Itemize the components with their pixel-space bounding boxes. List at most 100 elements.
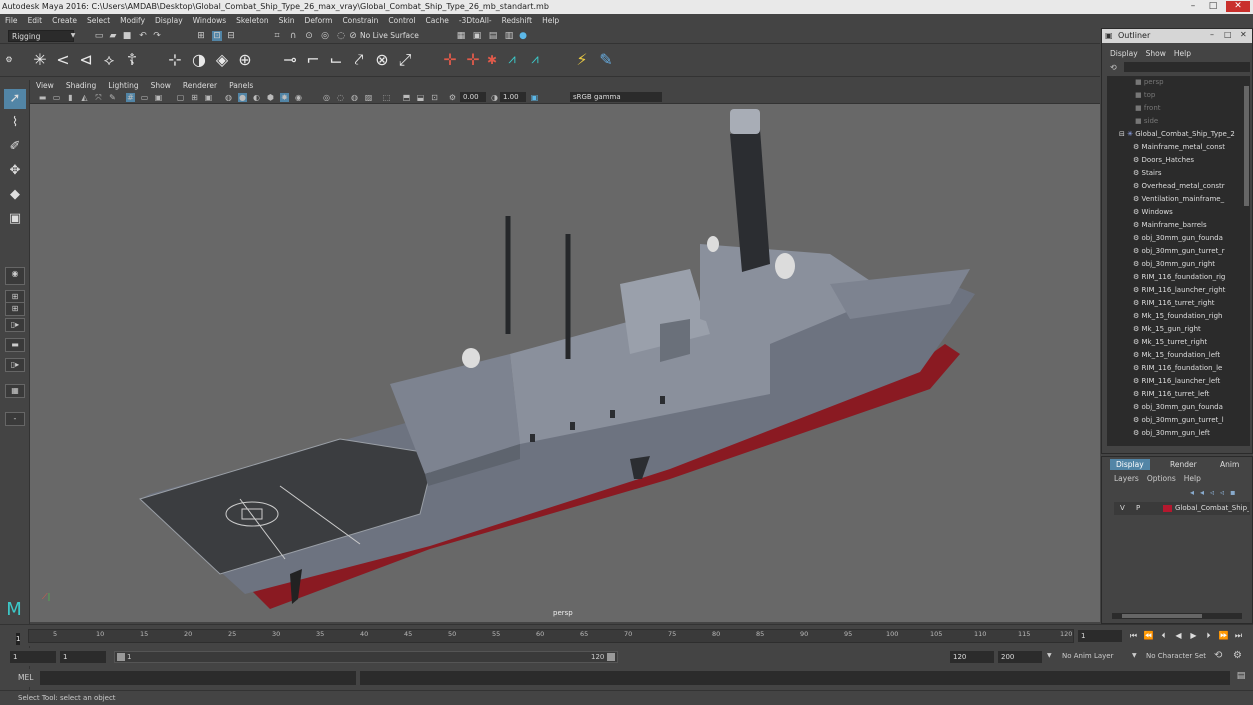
joint-tool-icon[interactable]: ✳	[30, 50, 50, 70]
save-scene-icon[interactable]: ■	[122, 31, 132, 41]
lasso-tool-icon[interactable]: ⌇	[4, 113, 26, 133]
color-space-dropdown[interactable]: sRGB gamma	[570, 92, 662, 102]
range-slider-bar[interactable]: 1 120	[114, 651, 618, 663]
time-slider-track[interactable]: 5 10 15 20 25 30 35 40 45 50 55 60 65 70…	[28, 629, 1074, 643]
hypershade-layout-icon[interactable]: ▯▸	[5, 358, 25, 372]
outliner-camera-item[interactable]: ■ side	[1107, 115, 1243, 128]
layer-scrollbar[interactable]	[1112, 613, 1242, 619]
outliner-scrollbar[interactable]	[1243, 76, 1250, 446]
step-back-key-icon[interactable]: ⏴	[1158, 631, 1169, 641]
bind-skin-icon[interactable]: ⟡	[99, 50, 119, 70]
resolution-gate-icon[interactable]: ▣	[154, 93, 163, 102]
outliner-float-icon[interactable]: –	[1210, 30, 1214, 39]
outliner-mesh-item[interactable]: ⚙ Ventilation_mainframe_	[1107, 193, 1243, 206]
smooth-shade-icon[interactable]: ●	[238, 93, 247, 102]
menu-modify[interactable]: Modify	[115, 14, 150, 28]
ik-fk-icon[interactable]: ✱	[482, 50, 502, 70]
menu-redshift[interactable]: Redshift	[497, 14, 537, 28]
go-to-end-icon[interactable]: ⏭	[1233, 631, 1244, 641]
step-forward-key-icon[interactable]: ⏵	[1203, 631, 1214, 641]
film-gate-icon[interactable]: ▭	[140, 93, 149, 102]
snap-point-icon[interactable]: ⊙	[304, 31, 314, 41]
live-surface-label[interactable]: No Live Surface	[360, 31, 419, 40]
blendshape-icon[interactable]: ⊕	[235, 50, 255, 70]
layer-playback-toggle[interactable]: P	[1136, 502, 1140, 515]
paint-select-tool-icon[interactable]: ✐	[4, 137, 26, 157]
outliner-mesh-item[interactable]: ⚙ Windows	[1107, 206, 1243, 219]
layer-menu-layers[interactable]: Layers	[1114, 474, 1147, 483]
outliner-camera-item[interactable]: ■ persp	[1107, 76, 1243, 89]
annotation-icon[interactable]: ✛	[463, 50, 483, 70]
outliner-mesh-item[interactable]: ⚙ RIM_116_launcher_left	[1107, 375, 1243, 388]
outliner-menu-display[interactable]: Display	[1106, 48, 1142, 60]
ipr-render-icon[interactable]: ▤	[488, 31, 498, 41]
outliner-mesh-item[interactable]: ⚙ Mainframe_metal_const	[1107, 141, 1243, 154]
play-forwards-icon[interactable]: ▶	[1188, 631, 1199, 641]
playback-start-field[interactable]: 1	[60, 651, 106, 663]
outliner-mesh-item[interactable]: ⚙ Mk_15_gun_right	[1107, 323, 1243, 336]
layer-visibility-toggle[interactable]: V	[1120, 502, 1125, 515]
character-set-dropdown[interactable]: No Character Set	[1146, 652, 1206, 660]
persp-graph-layout-icon[interactable]: ▬	[5, 338, 25, 352]
camera-attributes-icon[interactable]: ▭	[52, 93, 61, 102]
outliner-mesh-item[interactable]: ⚙ obj_30mm_gun_turret_l	[1107, 414, 1243, 427]
menu-help[interactable]: Help	[537, 14, 564, 28]
image-plane-icon[interactable]: ◭	[80, 93, 89, 102]
layer-action-icons[interactable]: ◂◂◃◃▪	[1190, 488, 1241, 497]
menu-cache[interactable]: Cache	[421, 14, 454, 28]
scale-tool-icon[interactable]: ▣	[4, 209, 26, 229]
scrollbar-thumb[interactable]	[1244, 86, 1249, 206]
field-chart-icon[interactable]: ⊞	[190, 93, 199, 102]
shelf-tab-icon[interactable]: ⚙	[4, 50, 14, 70]
select-component-icon[interactable]: ⊟	[226, 31, 236, 41]
command-language-label[interactable]: MEL	[18, 673, 33, 682]
panel-menu-view[interactable]: View	[30, 80, 60, 91]
wireframe-icon[interactable]: ◍	[224, 93, 233, 102]
render-current-icon[interactable]: ▣	[472, 31, 482, 41]
close-button[interactable]: ✕	[1226, 1, 1250, 12]
outliner-mesh-item[interactable]: ⚙ Stairs	[1107, 167, 1243, 180]
layer-menu-options[interactable]: Options	[1147, 474, 1184, 483]
xray-icon[interactable]: ◎	[322, 93, 331, 102]
step-back-icon[interactable]: ⏪	[1143, 631, 1154, 641]
render-settings-icon[interactable]: ▥	[504, 31, 514, 41]
gate-mask-icon[interactable]: ▢	[176, 93, 185, 102]
outliner-camera-item[interactable]: ■ front	[1107, 102, 1243, 115]
xray-joints-icon[interactable]: ◌	[336, 93, 345, 102]
open-scene-icon[interactable]: ▰	[108, 31, 118, 41]
snap-view-icon[interactable]: ◎	[320, 31, 330, 41]
menu-create[interactable]: Create	[47, 14, 82, 28]
character-controls-icon[interactable]: ⩘	[502, 50, 522, 70]
play-backwards-icon[interactable]: ◀	[1173, 631, 1184, 641]
filter-icon[interactable]: ⟲	[1110, 63, 1119, 72]
menu-deform[interactable]: Deform	[300, 14, 338, 28]
bookmark-icon[interactable]: ▮	[66, 93, 75, 102]
textured-icon[interactable]: ⬢	[266, 93, 275, 102]
move-tool-icon[interactable]: ✥	[4, 161, 26, 181]
menu-skeleton[interactable]: Skeleton	[231, 14, 273, 28]
menu-3dtoall[interactable]: -3DtoAll-	[454, 14, 497, 28]
menu-display[interactable]: Display	[150, 14, 188, 28]
outliner-menu-show[interactable]: Show	[1142, 48, 1170, 60]
color-management-icon[interactable]: ▣	[530, 93, 539, 102]
tab-anim[interactable]: Anim	[1214, 459, 1245, 470]
outliner-mesh-item[interactable]: ⚙ Mainframe_barrels	[1107, 219, 1243, 232]
new-scene-icon[interactable]: ▭	[94, 31, 104, 41]
snap-surface-icon[interactable]: ◌	[336, 31, 346, 41]
collapse-icon[interactable]: ⊟	[1119, 130, 1125, 138]
persp-uv-layout-icon[interactable]: ▦	[5, 384, 25, 398]
humanik-character-icon[interactable]: ⩘	[525, 50, 545, 70]
grease-pencil-icon[interactable]: ✎	[108, 93, 117, 102]
single-perspective-layout-icon[interactable]: ◉	[5, 267, 25, 285]
outliner-mesh-item[interactable]: ⚙ obj_30mm_gun_founda	[1107, 232, 1243, 245]
menu-windows[interactable]: Windows	[188, 14, 231, 28]
two-d-pan-icon[interactable]: ⤧	[94, 93, 103, 102]
go-to-start-icon[interactable]: ⏮	[1128, 631, 1139, 641]
outliner-mesh-item[interactable]: ⚙ Overhead_metal_constr	[1107, 180, 1243, 193]
range-end-handle[interactable]	[607, 653, 615, 661]
outliner-mesh-item[interactable]: ⚙ Doors_Hatches	[1107, 154, 1243, 167]
ambient-occlusion-icon[interactable]: ◍	[350, 93, 359, 102]
preferences-icon[interactable]: ⚙	[1233, 650, 1242, 661]
locator-icon[interactable]: ✛	[440, 50, 460, 70]
menu-set-dropdown[interactable]: Rigging	[8, 30, 74, 42]
